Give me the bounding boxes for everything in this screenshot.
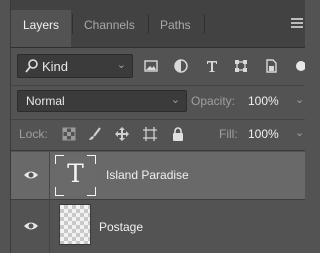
visibility-divider — [49, 200, 50, 253]
divider — [11, 119, 305, 120]
opacity-label: Opacity: — [191, 94, 236, 108]
layer-name[interactable]: Island Paradise — [106, 168, 189, 182]
lock-row: Lock: Fill: 100% ⌄ — [11, 124, 305, 146]
kind-filter-label: Kind — [42, 59, 69, 74]
tab-channels[interactable]: Channels — [72, 10, 147, 47]
layer-row-postage[interactable]: Postage — [11, 200, 305, 253]
layers-list: T Island Paradise Postage — [11, 152, 305, 253]
type-filter-icon[interactable] — [204, 58, 220, 74]
text-layer-thumbnail: T — [55, 155, 96, 196]
raster-layer-thumbnail — [59, 204, 91, 245]
search-icon — [25, 59, 38, 73]
fill-label: Fill: — [219, 127, 238, 141]
layer-filter-row: Kind ⌄ — [11, 52, 305, 82]
lock-label: Lock: — [19, 127, 48, 141]
smart-object-filter-icon[interactable] — [263, 58, 279, 74]
layer-row-island-paradise[interactable]: T Island Paradise — [11, 152, 305, 200]
visibility-divider — [49, 152, 50, 200]
lock-image-pixels-icon[interactable] — [87, 126, 103, 142]
filter-toggle-icon[interactable] — [293, 58, 305, 74]
shape-filter-icon[interactable] — [233, 58, 249, 74]
opacity-input[interactable]: 100% — [248, 94, 279, 108]
layers-panel: Layers Channels Paths Kind ⌄ Normal ⌄ Op… — [10, 0, 305, 253]
lock-all-icon[interactable] — [170, 126, 186, 142]
kind-filter-select[interactable]: Kind ⌄ — [17, 54, 133, 78]
image-filter-icon[interactable] — [143, 58, 159, 74]
fill-input[interactable]: 100% — [248, 127, 279, 141]
blend-mode-select[interactable]: Normal ⌄ — [17, 90, 187, 112]
chevron-down-icon: ⌄ — [116, 59, 126, 71]
divider — [11, 85, 305, 86]
divider — [11, 150, 305, 151]
lock-transparent-pixels-icon[interactable] — [61, 126, 77, 142]
tab-paths[interactable]: Paths — [148, 10, 203, 47]
adjustment-filter-icon[interactable] — [173, 58, 189, 74]
eye-icon[interactable] — [23, 169, 39, 181]
chevron-down-icon[interactable]: ⌄ — [295, 93, 304, 106]
tab-divider — [204, 14, 205, 34]
layer-name[interactable]: Postage — [99, 220, 143, 234]
eye-icon[interactable] — [23, 220, 39, 232]
panel-tab-bar: Layers Channels Paths — [11, 0, 305, 48]
lock-artboard-icon[interactable] — [142, 126, 158, 142]
blend-mode-value: Normal — [26, 94, 65, 108]
hamburger-icon[interactable] — [291, 18, 303, 28]
tab-layers[interactable]: Layers — [11, 10, 72, 47]
lock-position-icon[interactable] — [114, 126, 130, 142]
chevron-down-icon[interactable]: ⌄ — [295, 126, 304, 139]
chevron-down-icon: ⌄ — [170, 94, 180, 106]
type-layer-glyph: T — [67, 159, 84, 188]
blend-row: Normal ⌄ Opacity: 100% ⌄ — [11, 90, 305, 114]
